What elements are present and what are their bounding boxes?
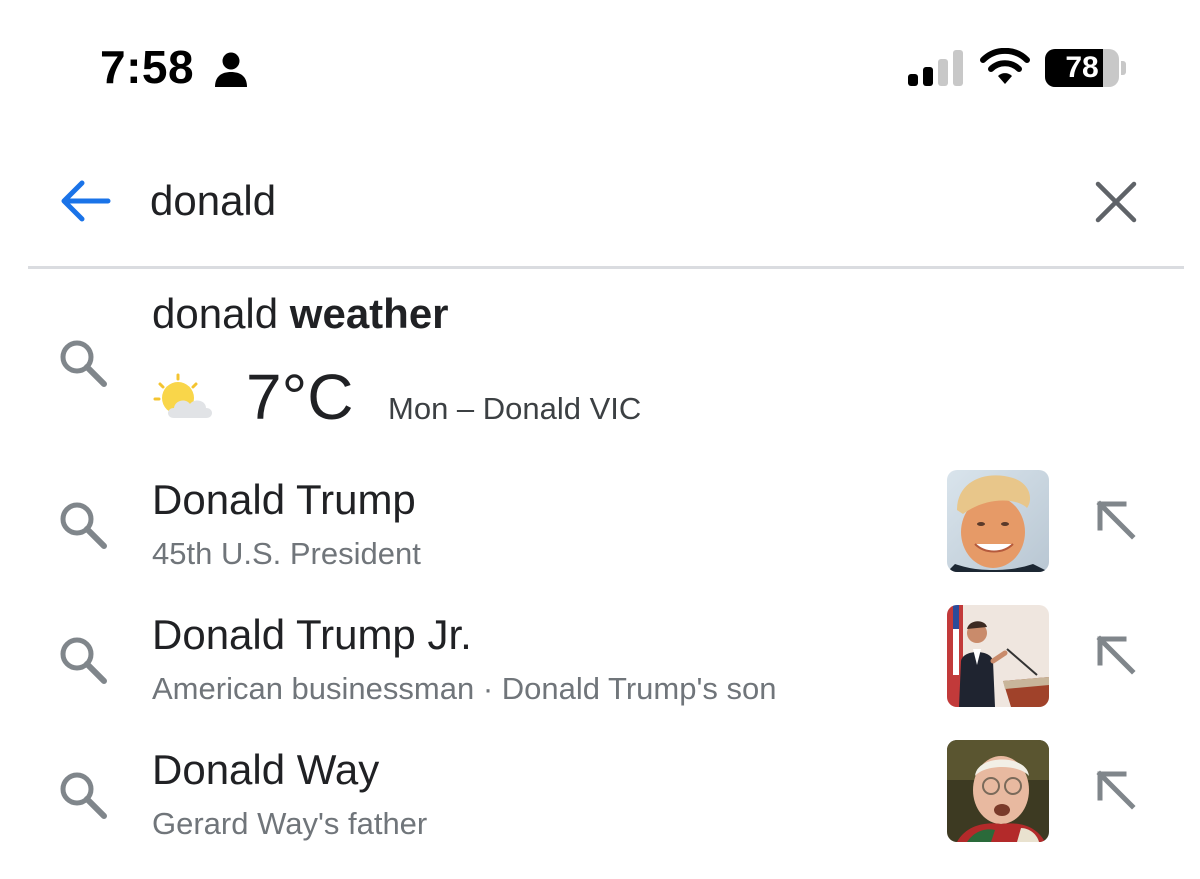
suggestion-title: Donald Trump (152, 476, 416, 523)
battery-level: 78 (1065, 51, 1099, 84)
status-bar: 7:58 78 (0, 0, 1200, 140)
suggestion-donald-trump-jr[interactable]: Donald Trump Jr. American businessman · … (0, 597, 1200, 727)
suggestion-title: Donald Way (152, 746, 380, 793)
suggestion-subtitle: Gerard Way's father (152, 806, 428, 841)
person-icon (215, 52, 247, 87)
arrow-left-icon[interactable] (58, 178, 112, 224)
portrait-thumbnail (947, 470, 1049, 572)
signal-icon (908, 50, 963, 86)
arrow-up-left-icon[interactable] (1096, 770, 1136, 810)
search-divider (28, 266, 1184, 269)
status-time: 7:58 (100, 41, 195, 93)
suggestion-title: donald weather (152, 290, 449, 337)
speaker-thumbnail (947, 605, 1049, 707)
search-icon (60, 502, 107, 549)
suggestion-title: Donald Trump Jr. (152, 611, 472, 658)
battery-icon: 78 (1045, 49, 1127, 87)
portrait-thumbnail (947, 740, 1049, 842)
suggestion-donald-trump[interactable]: Donald Trump 45th U.S. President (0, 462, 1200, 592)
suggestion-donald-way[interactable]: Donald Way Gerard Way's father (0, 732, 1200, 862)
search-icon (60, 340, 107, 387)
arrow-up-left-icon[interactable] (1096, 500, 1136, 540)
wifi-icon (980, 48, 1030, 84)
suggestion-subtitle: 45th U.S. President (152, 536, 421, 571)
search-input[interactable] (150, 172, 1050, 230)
weather-temperature: 7°C (246, 361, 354, 433)
suggestion-subtitle: American businessman · Donald Trump's so… (152, 671, 777, 706)
weather-detail: Mon – Donald VIC (388, 391, 642, 426)
partly-cloudy-icon (153, 373, 212, 418)
arrow-up-left-icon[interactable] (1096, 635, 1136, 675)
search-icon (60, 637, 107, 684)
close-icon[interactable] (1092, 178, 1140, 226)
search-bar (0, 150, 1200, 268)
search-icon (60, 772, 107, 819)
